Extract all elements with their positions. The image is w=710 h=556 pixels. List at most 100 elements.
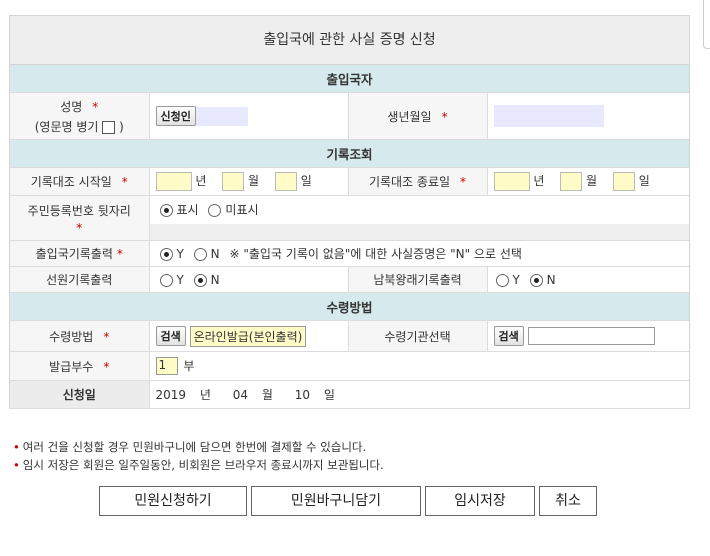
required-mark: * [116,247,123,261]
cancel-button[interactable]: 취소 [539,486,597,516]
required-mark: * [92,99,99,114]
basket-button[interactable]: 민원바구니담기 [251,486,421,516]
end-label-cell: 기록대조 종료일 * [347,167,487,196]
section-applicant: 출입국자 [10,65,690,93]
birth-value-cell [486,92,690,140]
nk-print-n-radio[interactable] [529,273,543,287]
month-unit: 월 [248,174,260,188]
temp-save-button[interactable]: 임시저장 [425,486,535,516]
required-mark: * [121,175,128,189]
copies-label: 발급부수 [49,359,94,374]
birth-label-cell: 생년월일 * [347,92,487,140]
crew-print-value-cell: Y N [148,266,348,293]
receipt-method-label-cell: 수령방법 * [10,320,149,352]
note-text: 여러 건을 신청할 경우 민원바구니에 담으면 한번에 결제할 수 있습니다. [22,440,367,454]
application-form: 출입국에 관한 사실 증명 신청 출입국자 성명 * (영문명 병기 ) 신청인 … [9,15,690,409]
receipt-method-field[interactable]: 온라인발급(본인출력) [189,325,307,347]
record-print-n-radio[interactable] [193,248,207,261]
nk-print-value-cell: Y N [486,266,690,293]
apply-day: 10 [294,388,311,402]
resident-show-radio[interactable] [159,204,173,217]
receipt-method-label: 수령방법 [49,329,94,344]
required-mark: * [103,359,110,374]
day-unit: 일 [300,174,312,188]
apply-year-unit: 년 [199,388,211,402]
english-name-label-close: ) [119,119,124,134]
apply-day-unit: 일 [323,388,335,402]
record-print-y-radio[interactable] [159,248,173,261]
nk-print-y-radio[interactable] [495,273,509,287]
end-label: 기록대조 종료일 [368,175,451,189]
scrollbar-edge[interactable] [703,0,710,49]
nk-print-label-cell: 남북왕래기록출력 [347,266,487,293]
apply-date-label-cell: 신청일 [10,380,149,409]
receipt-method-value-cell: 검색 온라인발급(본인출력) [148,320,348,352]
end-year-input[interactable] [493,172,530,191]
note-item: • 여러 건을 신청할 경우 민원바구니에 담으면 한번에 결제할 수 있습니다. [13,438,384,456]
apply-month: 04 [232,388,249,402]
birth-field[interactable] [493,105,604,127]
end-month-input[interactable] [560,172,583,191]
record-print-label-cell: 출입국기록출력 * [10,240,149,267]
year-unit: 년 [533,174,545,188]
crew-print-y-label: Y [176,272,184,287]
required-mark: * [460,175,467,189]
crew-print-n-radio[interactable] [193,273,207,287]
end-day-input[interactable] [612,172,635,191]
english-name-label: (영문명 병기 [34,119,99,134]
apply-month-unit: 월 [261,388,273,402]
resident-hide-radio[interactable] [208,204,222,217]
receipt-org-label: 수령기관선택 [384,329,451,344]
resident-label-cell: 주민등록번호 뒷자리 * [10,195,149,241]
section-receipt: 수령방법 [10,292,690,321]
crew-print-label: 선원기록출력 [46,273,113,287]
start-label: 기록대조 시작일 [30,175,112,189]
required-mark: * [441,109,448,124]
record-print-value-cell: Y N ※ "출입국 기록이 없음"에 대한 사실증명은 "N" 으로 선택 [148,240,690,267]
copies-value-cell: 1 부 [148,351,690,381]
start-value-cell: 년 월 일 [148,167,348,196]
start-month-input[interactable] [222,172,245,191]
year-unit: 년 [195,174,207,188]
start-day-input[interactable] [274,172,297,191]
english-name-checkbox[interactable] [102,120,116,134]
crew-print-label-cell: 선원기록출력 [10,266,149,293]
notes: • 여러 건을 신청할 경우 민원바구니에 담으면 한번에 결제할 수 있습니다.… [13,438,384,474]
record-print-y-label: Y [176,247,184,261]
receipt-org-search-button[interactable]: 검색 [493,326,524,346]
apply-date-label: 신청일 [62,388,96,402]
apply-button[interactable]: 민원신청하기 [99,486,247,516]
nk-print-n-label: N [546,272,556,287]
crew-print-y-radio[interactable] [159,273,173,287]
bullet: • [13,458,20,472]
resident-hide-label: 미표시 [225,203,259,217]
receipt-method-search-button[interactable]: 검색 [155,326,186,346]
resident-label: 주민등록번호 뒷자리 [27,203,131,218]
crew-print-n-label: N [210,272,220,287]
day-unit: 일 [638,174,650,188]
name-label: 성명 [60,99,83,114]
name-label-cell: 성명 * (영문명 병기 ) [10,92,149,140]
copies-input[interactable]: 1 [155,357,178,376]
month-unit: 월 [586,174,598,188]
start-label-cell: 기록대조 시작일 * [10,167,149,196]
bullet: • [13,440,20,454]
end-value-cell: 년 월 일 [486,167,690,196]
section-record: 기록조회 [10,139,690,168]
record-print-note: ※ "출입국 기록이 없음"에 대한 사실증명은 "N" 으로 선택 [229,247,522,261]
apply-date-value-cell: 2019 년 04 월 10 일 [148,380,690,409]
receipt-org-field[interactable] [527,327,655,345]
copies-label-cell: 발급부수 * [10,351,149,381]
birth-label: 생년월일 [387,109,432,124]
start-year-input[interactable] [155,172,192,191]
note-text: 임시 저장은 회원은 일주일동안, 비회원은 브라우저 종료시까지 보관됩니다. [22,458,384,472]
resident-spacer [149,224,690,240]
name-field[interactable] [195,106,248,126]
receipt-org-value-cell: 검색 [486,320,690,352]
record-print-n-label: N [210,247,220,261]
applicant-button[interactable]: 신청인 [155,106,196,126]
form-table: 출입국자 성명 * (영문명 병기 ) 신청인 생년월일 * 기록조회 기록대조 시… [10,65,690,409]
required-mark: * [103,329,110,344]
copies-unit: 부 [183,358,195,373]
nk-print-y-label: Y [512,272,520,287]
